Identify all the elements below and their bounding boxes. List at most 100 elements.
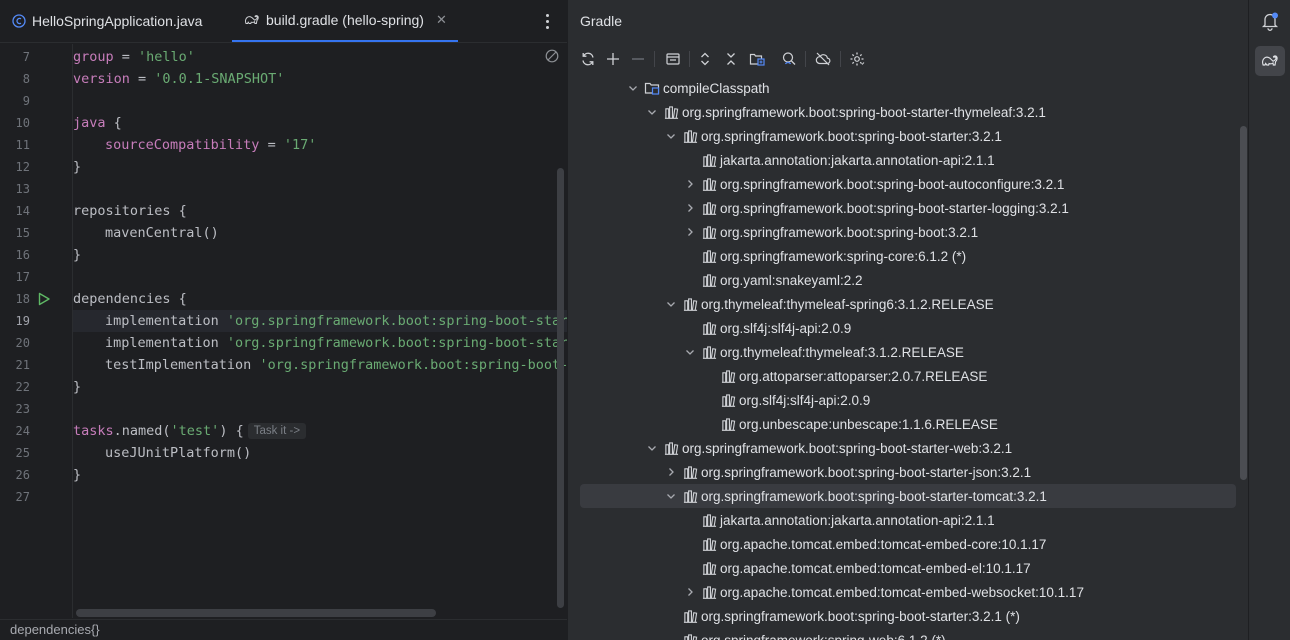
tree-node-dependency[interactable]: org.springframework.boot:spring-boot-sta… [580,196,1236,220]
editor-pane: HelloSpringApplication.java build.gradle… [0,0,567,640]
tree-node-dependency[interactable]: org.thymeleaf:thymeleaf-spring6:3.1.2.RE… [580,292,1236,316]
gradle-toolbar [568,44,1249,74]
line-number: 24 [15,424,30,438]
tree-node-dependency[interactable]: org.springframework.boot:spring-boot-aut… [580,172,1236,196]
line-number: 13 [15,182,30,196]
tree-node-label: jakarta.annotation:jakarta.annotation-ap… [720,152,995,168]
chevron-down-icon[interactable] [663,296,679,312]
tree-node-dependency[interactable]: org.apache.tomcat.embed:tomcat-embed-el:… [580,556,1236,580]
tab-build-gradle[interactable]: build.gradle (hello-spring) ✕ [232,0,458,42]
tab-options-menu-button[interactable] [541,10,553,32]
notifications-icon[interactable] [1260,11,1280,31]
code-line: } [73,467,82,483]
remove-icon[interactable] [629,50,647,68]
toolbar-separator [689,51,690,67]
gradle-vertical-scrollbar[interactable] [1240,126,1247,480]
tree-node-dependency[interactable]: org.unbescape:unbescape:1.1.6.RELEASE [580,412,1236,436]
link-project-icon[interactable] [748,50,766,68]
tree-node-label: org.springframework.boot:spring-boot-sta… [682,440,1013,456]
tree-node-dependency[interactable]: jakarta.annotation:jakarta.annotation-ap… [580,148,1236,172]
analyze-icon[interactable] [780,50,798,68]
no-problems-icon[interactable] [545,49,559,63]
tree-node-label: org.attoparser:attoparser:2.0.7.RELEASE [739,368,988,384]
tree-node-dependency[interactable]: org.attoparser:attoparser:2.0.7.RELEASE [580,364,1236,388]
tree-node-label: org.springframework.boot:spring-boot-sta… [701,608,1020,624]
tree-node-dependency[interactable]: org.yaml:snakeyaml:2.2 [580,268,1236,292]
line-number: 14 [15,204,30,218]
tree-node-label: compileClasspath [663,80,770,96]
library-icon [720,368,736,384]
chevron-right-icon[interactable] [663,464,679,480]
code-line: } [73,247,82,263]
line-number: 11 [15,138,30,152]
tree-node-label: org.springframework.boot:spring-boot-sta… [701,488,1047,504]
chevron-down-icon[interactable] [663,488,679,504]
tree-node-dependency[interactable]: org.springframework.boot:spring-boot-sta… [580,124,1236,148]
editor-horizontal-scrollbar[interactable] [76,609,436,617]
run-dependencies-icon[interactable] [37,292,51,306]
tree-node-label: org.springframework.boot:spring-boot-sta… [720,200,1069,216]
gradle-icon [244,13,260,27]
chevron-right-icon[interactable] [682,200,698,216]
breadcrumb[interactable]: dependencies{} [0,619,567,640]
gradle-tool-window: Gradle compileClasspath org.springframew… [567,0,1248,640]
tree-node-dependency[interactable]: org.springframework.boot:spring-boot-sta… [580,460,1236,484]
chevron-down-icon[interactable] [644,440,660,456]
code-area[interactable]: group = 'hello' version = '0.0.1-SNAPSHO… [73,46,567,606]
tab-hellospringapplication[interactable]: HelloSpringApplication.java [12,0,202,42]
tree-node-dependency[interactable]: org.apache.tomcat.embed:tomcat-embed-web… [580,580,1236,604]
tree-node-dependency[interactable]: org.springframework.boot:spring-boot-sta… [580,100,1236,124]
chevron-down-icon[interactable] [625,80,641,96]
library-icon [682,608,698,624]
expand-all-icon[interactable] [696,50,714,68]
inlay-hint[interactable]: Task it -> [247,423,307,439]
chevron-right-icon[interactable] [682,176,698,192]
library-icon [701,536,717,552]
line-number: 8 [22,72,30,86]
code-line: sourceCompatibility = '17' [105,137,317,153]
tab-label: HelloSpringApplication.java [32,13,203,29]
line-number: 10 [15,116,30,130]
chevron-down-icon[interactable] [644,104,660,120]
line-number: 21 [15,358,30,372]
tree-node-dependency[interactable]: org.thymeleaf:thymeleaf:3.1.2.RELEASE [580,340,1236,364]
tree-node-dependency[interactable]: org.slf4j:slf4j-api:2.0.9 [580,388,1236,412]
gradle-tool-button[interactable] [1255,46,1285,76]
tree-node-dependency[interactable]: org.springframework:spring-web:6.1.2 (*) [580,628,1236,640]
tree-node-label: org.thymeleaf:thymeleaf:3.1.2.RELEASE [720,344,964,360]
library-icon [682,296,698,312]
tasks-icon[interactable] [664,50,682,68]
tree-node-label: org.apache.tomcat.embed:tomcat-embed-web… [720,584,1084,600]
tree-node-dependency[interactable]: org.springframework.boot:spring-boot-sta… [580,436,1236,460]
tree-node-dependency[interactable]: org.slf4j:slf4j-api:2.0.9 [580,316,1236,340]
library-icon [701,248,717,264]
library-icon [720,392,736,408]
editor-tab-bar: HelloSpringApplication.java build.gradle… [0,0,567,43]
tree-node-dependency[interactable]: org.springframework.boot:spring-boot:3.2… [580,220,1236,244]
tree-node-configuration[interactable]: compileClasspath [580,76,1236,100]
tree-node-dependency[interactable]: org.springframework:spring-core:6.1.2 (*… [580,244,1236,268]
tree-node-dependency[interactable]: org.springframework.boot:spring-boot-sta… [580,484,1236,508]
chevron-down-icon[interactable] [663,128,679,144]
tree-node-dependency[interactable]: org.apache.tomcat.embed:tomcat-embed-cor… [580,532,1236,556]
code-line: testImplementation 'org.springframework.… [105,357,567,373]
chevron-right-icon[interactable] [682,584,698,600]
tree-node-dependency[interactable]: jakarta.annotation:jakarta.annotation-ap… [580,508,1236,532]
add-icon[interactable] [604,50,622,68]
editor-vertical-scrollbar[interactable] [557,168,564,608]
line-number: 20 [15,336,30,350]
collapse-all-icon[interactable] [722,50,740,68]
close-tab-icon[interactable]: ✕ [436,12,447,28]
tree-node-dependency[interactable]: org.springframework.boot:spring-boot-sta… [580,604,1236,628]
configuration-folder-icon [644,80,660,96]
code-line: java { [73,115,122,131]
reload-icon[interactable] [579,50,597,68]
line-number: 16 [15,248,30,262]
settings-icon[interactable] [848,50,866,68]
chevron-right-icon[interactable] [682,224,698,240]
offline-icon[interactable] [814,50,832,68]
code-line: useJUnitPlatform() [105,445,252,461]
tree-node-label: org.springframework:spring-web:6.1.2 (*) [701,632,946,640]
chevron-down-icon[interactable] [682,344,698,360]
library-icon [663,104,679,120]
